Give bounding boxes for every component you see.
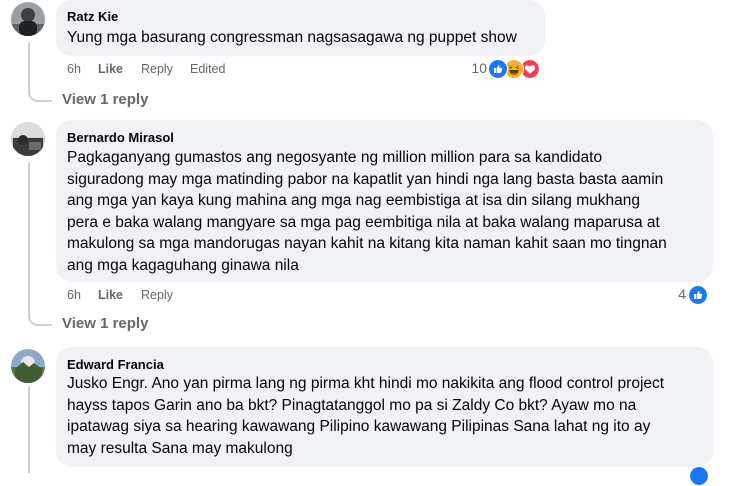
comment-text-line: Jusko Engr. Ano yan pirma lang ng pirma … (67, 375, 665, 392)
comment-bubble: Bernardo Mirasol Pagkaganyang gumastos a… (56, 120, 713, 282)
comment-author[interactable]: Ratz Kie (67, 9, 118, 24)
like-button[interactable]: Like (98, 62, 123, 76)
reaction-summary[interactable]: 4 (672, 285, 712, 305)
comment-text-line: hayss tapos Garin ano ba bkt? Pinagtatan… (67, 396, 637, 414)
thread-elbow (28, 86, 52, 102)
comment-actions: 6h Like Reply (67, 288, 267, 304)
comment-text: Jusko Engr. Ano yan pirma lang ng pirma … (67, 373, 664, 459)
edited-label: Edited (190, 62, 226, 76)
comment-text-line: ipatawag siya sa hearing kawawang Pilipi… (67, 418, 651, 435)
comment-text-line: makulong sa mga mandorugas nayan kahit n… (67, 235, 667, 252)
avatar-photo (11, 349, 45, 383)
thread-elbow (28, 310, 52, 326)
comment-text-line: ang mga yan kaya kung mahina ang mga nag… (67, 192, 641, 209)
comment-text-line: ang mga kagaguhang ginawa nila (67, 256, 299, 274)
thread-line (28, 162, 30, 310)
comment-text: Pagkaganyang gumastos ang negosyante ng … (67, 147, 667, 276)
thread-line (28, 386, 30, 473)
like-icon (488, 59, 508, 79)
comment-actions: 6h Like Reply Edited (67, 62, 267, 78)
thread-line (28, 42, 30, 86)
comment-time[interactable]: 6h (67, 62, 81, 76)
reaction-count: 4 (678, 286, 686, 302)
comment-text: Yung mga basurang congressman nagsasagaw… (67, 29, 517, 46)
reaction-count: 10 (471, 60, 487, 76)
comment-time[interactable]: 6h (67, 288, 81, 302)
avatar[interactable] (11, 2, 45, 36)
avatar[interactable] (11, 349, 45, 383)
reply-button[interactable]: Reply (141, 288, 173, 302)
comment-text-line: Pagkaganyang gumastos ang negosyante ng … (67, 149, 603, 166)
avatar-photo (11, 2, 45, 36)
comment-text-line: may resulta Sana may makulong (67, 439, 293, 457)
reply-button[interactable]: Reply (141, 62, 173, 76)
like-button[interactable]: Like (98, 288, 123, 302)
view-replies-link[interactable]: View 1 reply (62, 91, 148, 108)
comment-text-line: pera e baka walang mangyare sa mga pag e… (67, 213, 660, 231)
avatar[interactable] (11, 122, 45, 156)
comment-author[interactable]: Bernardo Mirasol (67, 130, 174, 145)
avatar-photo (11, 122, 45, 156)
comment-text-line: siguradong may mga matinding pabor na ka… (67, 170, 664, 188)
like-icon[interactable] (689, 466, 709, 486)
like-icon (688, 285, 708, 305)
comment-bubble: Edward Francia Jusko Engr. Ano yan pirma… (56, 347, 713, 467)
reaction-summary[interactable]: 10 (468, 59, 544, 79)
comment-author[interactable]: Edward Francia (67, 357, 164, 372)
view-replies-link[interactable]: View 1 reply (62, 315, 148, 332)
comment-bubble: Ratz Kie Yung mga basurang congressman n… (56, 0, 545, 56)
